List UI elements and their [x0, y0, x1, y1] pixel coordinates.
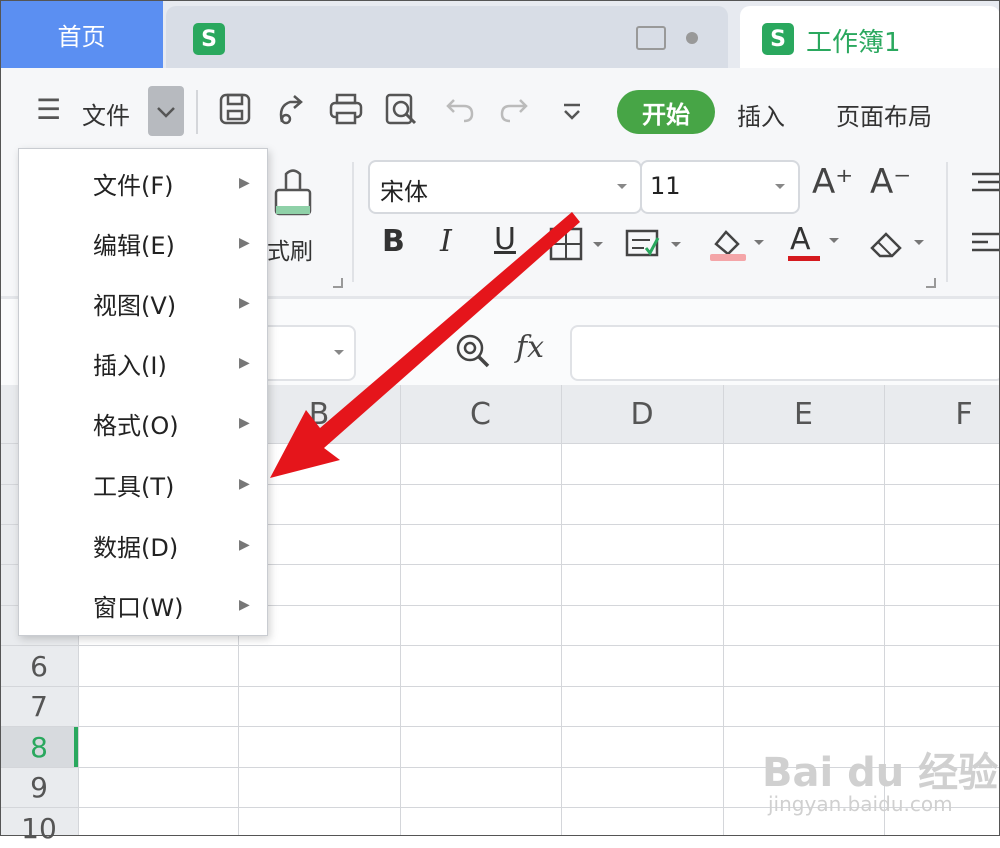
print-preview-icon[interactable]	[384, 92, 420, 126]
formula-input[interactable]	[570, 325, 1000, 381]
menu-item-file[interactable]: 文件(F) ▶	[19, 153, 267, 213]
ribbon-divider	[946, 162, 948, 282]
export-icon[interactable]	[274, 92, 308, 126]
menu-item-label: 数据(D)	[93, 533, 179, 562]
font-size-value: 11	[650, 172, 681, 200]
chevron-down-icon	[617, 184, 627, 189]
file-menu-button[interactable]: 文件	[82, 96, 130, 131]
menu-item-edit[interactable]: 编辑(E) ▶	[19, 213, 267, 273]
print-icon[interactable]	[328, 92, 364, 126]
submenu-arrow-icon: ▶	[239, 295, 250, 311]
tab-start[interactable]: 开始	[617, 90, 715, 134]
font-name-value: 宋体	[380, 178, 428, 206]
group-expand-icon[interactable]	[926, 278, 936, 288]
active-row-indicator	[74, 727, 78, 767]
menu-item-label: 视图(V)	[93, 291, 177, 320]
grid-line	[723, 385, 724, 836]
grid-line	[561, 385, 562, 836]
conditional-format-icon[interactable]	[624, 226, 686, 262]
menu-item-insert[interactable]: 插入(I) ▶	[19, 333, 267, 393]
grid-line	[0, 645, 1000, 646]
monitor-icon[interactable]	[636, 26, 666, 50]
column-header-d[interactable]: D	[561, 385, 723, 443]
decrease-font-size-button[interactable]: A⁻	[870, 162, 911, 202]
group-expand-icon[interactable]	[333, 278, 343, 288]
menu-item-tools[interactable]: 工具(T) ▶	[19, 454, 267, 514]
underline-button[interactable]: U	[494, 222, 516, 257]
fill-color-icon[interactable]	[706, 222, 768, 264]
font-name-select[interactable]: 宋体	[368, 160, 642, 214]
menu-item-data[interactable]: 数据(D) ▶	[19, 515, 267, 575]
baidu-watermark-url: jingyan.baidu.com	[768, 792, 953, 816]
format-painter-label: 格式刷	[266, 239, 313, 265]
font-size-select[interactable]: 11	[640, 160, 800, 214]
grid-line	[0, 726, 1000, 727]
chevron-down-icon	[775, 184, 785, 189]
row-header-8-selected[interactable]: 8	[0, 727, 78, 767]
menu-item-label: 文件(F)	[93, 171, 174, 200]
font-color-swatch	[788, 256, 820, 261]
unsaved-dot-icon	[686, 32, 698, 44]
chevron-down-icon[interactable]	[826, 232, 842, 248]
grid-line	[0, 686, 1000, 687]
menu-item-label: 插入(I)	[93, 351, 167, 380]
menu-item-label: 编辑(E)	[93, 231, 175, 260]
submenu-arrow-icon: ▶	[239, 476, 250, 492]
submenu-arrow-icon: ▶	[239, 597, 250, 613]
row-header-10[interactable]: 10	[0, 808, 78, 848]
file-dropdown-toggle[interactable]	[148, 86, 184, 136]
redo-icon[interactable]	[498, 94, 530, 124]
submenu-arrow-icon: ▶	[239, 235, 250, 251]
toolbar-divider	[196, 90, 198, 134]
submenu-arrow-icon: ▶	[239, 415, 250, 431]
tab-insert[interactable]: 插入	[737, 97, 785, 132]
submenu-arrow-icon: ▶	[239, 175, 250, 191]
hamburger-menu-icon[interactable]: ☰	[36, 96, 61, 124]
file-dropdown-menu: 文件(F) ▶ 编辑(E) ▶ 视图(V) ▶ 插入(I) ▶ 格式(O) ▶ 工具(T)…	[18, 148, 268, 636]
column-header-e[interactable]: E	[723, 385, 884, 443]
row-header-9[interactable]: 9	[0, 767, 78, 807]
column-header-c[interactable]: C	[400, 385, 561, 443]
tab-home[interactable]: 首页	[0, 0, 163, 68]
tab-title: 工作簿1	[806, 28, 901, 58]
menu-item-label: 窗口(W)	[93, 593, 184, 622]
italic-button[interactable]: I	[440, 224, 452, 259]
column-header-f[interactable]: F	[884, 385, 1000, 443]
increase-font-size-button[interactable]: A⁺	[812, 162, 853, 202]
align-top-icon[interactable]	[966, 168, 1000, 198]
menu-item-format[interactable]: 格式(O) ▶	[19, 393, 267, 453]
fx-button[interactable]: fx	[516, 330, 544, 365]
row-header-6[interactable]: 6	[0, 646, 78, 686]
clear-format-icon[interactable]	[866, 224, 930, 264]
menu-item-label: 格式(O)	[93, 411, 179, 440]
ribbon-divider	[352, 162, 354, 282]
customize-toolbar-icon[interactable]	[560, 100, 584, 124]
menu-item-view[interactable]: 视图(V) ▶	[19, 273, 267, 333]
format-painter-icon[interactable]	[268, 164, 318, 218]
align-left-icon[interactable]	[966, 228, 1000, 258]
save-icon[interactable]	[218, 92, 252, 126]
zoom-search-icon[interactable]	[454, 332, 494, 372]
tab-page-layout[interactable]: 页面布局	[836, 97, 932, 132]
chevron-down-icon	[334, 350, 344, 355]
row-header-7[interactable]: 7	[0, 686, 78, 726]
font-color-button[interactable]: A	[790, 222, 811, 257]
menu-item-window[interactable]: 窗口(W) ▶	[19, 575, 267, 635]
baidu-watermark-logo: Bai du 经验	[762, 750, 999, 796]
chevron-down-icon	[157, 107, 175, 118]
menu-item-label: 工具(T)	[93, 472, 175, 501]
wps-spreadsheet-logo-icon: S	[193, 23, 225, 55]
submenu-arrow-icon: ▶	[239, 355, 250, 371]
submenu-arrow-icon: ▶	[239, 537, 250, 553]
grid-line	[400, 385, 401, 836]
wps-spreadsheet-logo-icon: S	[762, 23, 794, 55]
borders-icon[interactable]	[548, 226, 608, 262]
undo-icon[interactable]	[444, 94, 476, 124]
bold-button[interactable]: B	[382, 224, 405, 259]
